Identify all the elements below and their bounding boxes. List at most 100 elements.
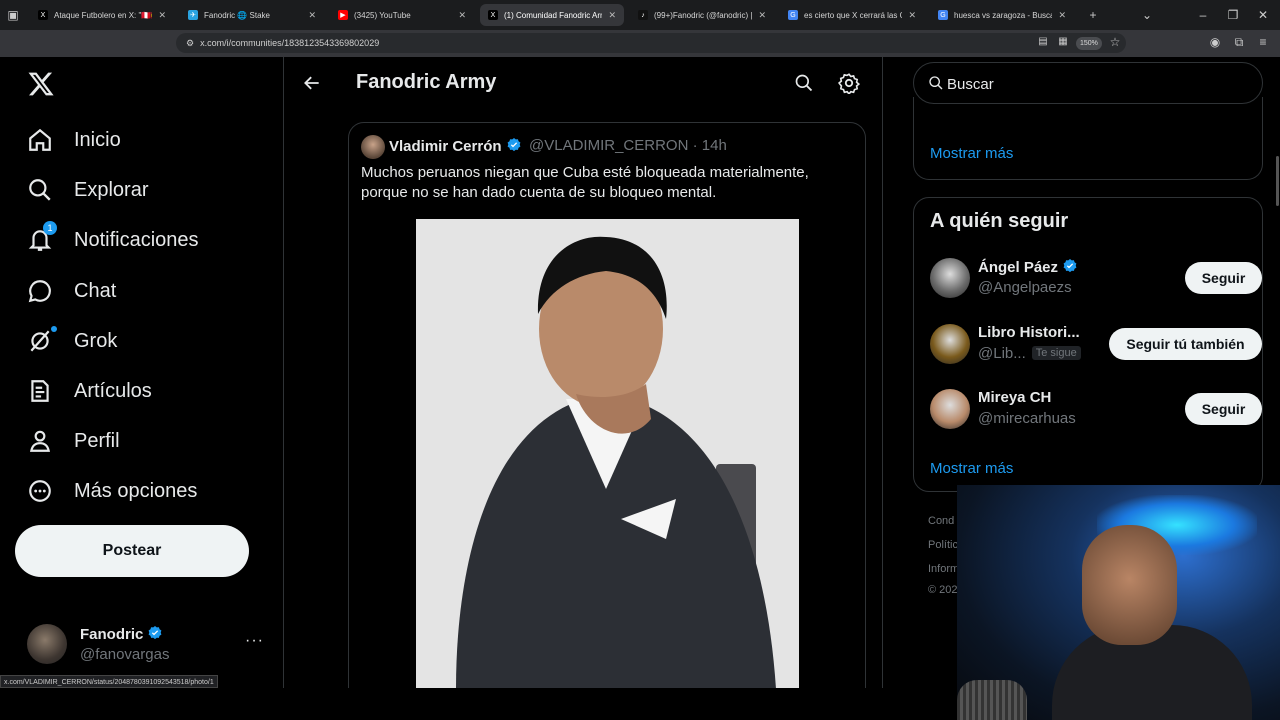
follow-button[interactable]: Seguir tú también [1109,328,1262,360]
footer-link[interactable]: Cond [928,515,954,527]
follow-button[interactable]: Seguir [1185,262,1262,294]
tab-favicon-icon: G [938,10,948,20]
tab-list-icon[interactable]: ▣ [6,8,20,22]
search-input[interactable] [947,73,1247,95]
more-dots-icon[interactable]: ··· [245,632,264,650]
verified-badge-icon [148,626,162,640]
follow-suggestion[interactable]: Mireya CH @mirecarhuas Seguir [930,389,1262,431]
tab-title: (1) Comunidad Fanodric Army / [504,10,602,20]
browser-tab[interactable]: Ghuesca vs zaragoza - Buscar co ✕ [930,4,1074,26]
footer-link: © 202 [928,584,958,596]
bookmark-star-icon[interactable]: ☆ [1108,35,1122,49]
account-switcher[interactable]: Fanodric @fanovargas ··· [27,622,267,666]
scrollbar[interactable] [1276,156,1279,206]
browser-tab[interactable]: Ges cierto que X cerrará las Com ✕ [780,4,924,26]
follow-suggestion[interactable]: Libro Histori... @Lib... Te sigue Seguir tú… [930,324,1262,366]
browser-tab[interactable]: X Ataque Futbolero en X: "🇵🇪🇪🇸 E ✕ [30,4,174,26]
avatar[interactable] [930,258,970,298]
post-text: Muchos peruanos niegan que Cuba esté blo… [361,164,809,201]
reader-icon[interactable]: ▦ [1056,35,1070,49]
chat-icon [28,280,51,303]
photo-portrait [416,219,799,688]
show-more-link[interactable]: Mostrar más [930,460,1013,477]
new-tab-icon[interactable]: + [1086,8,1100,22]
section-title: A quién seguir [930,210,1069,232]
nav-item-6[interactable]: Artículos [27,374,152,408]
profile-icon[interactable]: ◉ [1208,35,1222,49]
url-text: x.com/i/communities/1838123543369802029 [200,38,380,48]
tab-close-icon[interactable]: ✕ [608,10,616,21]
tab-title: Fanodric 🌐 Stake [204,10,270,20]
follow-suggestion[interactable]: Ángel Páez @Angelpaezs Seguir [930,258,1262,300]
maximize-icon[interactable]: ❐ [1226,8,1240,22]
post-photo[interactable] [416,219,799,688]
tab-close-icon[interactable]: ✕ [908,10,916,21]
x-logo-icon[interactable] [27,70,55,98]
avatar[interactable] [361,135,385,159]
window-close-icon[interactable]: ✕ [1256,8,1270,22]
nav-item-3[interactable]: 1 Notificaciones [27,221,199,257]
account-name: Fanodric [80,626,144,643]
nav-item-5[interactable]: Grok [27,324,117,358]
nav-item-label: Explorar [74,178,149,201]
tab-close-icon[interactable]: ✕ [308,10,316,21]
avatar[interactable] [930,389,970,429]
tab-favicon-icon: G [788,10,798,20]
author-name[interactable]: Vladimir Cerrón [389,138,502,155]
nav-item-4[interactable]: Chat [27,274,116,308]
nav-item-label: Inicio [74,128,121,151]
webcam-overlay [957,485,1280,720]
nav-item-7[interactable]: Perfil [27,424,120,458]
page-title: Fanodric Army [356,71,497,93]
tab-close-icon[interactable]: ✕ [1058,10,1066,21]
show-more-link[interactable]: Mostrar más [930,145,1013,162]
tab-strip: ▣ X Ataque Futbolero en X: "🇵🇪🇪🇸 E ✕ ✈ Fanod… [0,0,1280,30]
search-icon [929,76,943,90]
verified-badge-icon [507,138,520,152]
site-info-icon[interactable]: ⚙ [186,38,194,49]
address-bar[interactable]: ⚙ x.com/i/communities/183812354336980202… [176,33,1126,53]
suggestion-name[interactable]: Ángel Páez [978,259,1058,276]
gear-icon[interactable] [838,72,860,94]
nav-item-8[interactable]: Más opciones [27,474,197,508]
quoted-post[interactable]: Vladimir Cerrón @VLADIMIR_CERRON · 14h M… [348,122,866,688]
footer-link[interactable]: Polític [928,539,958,551]
tab-favicon-icon: X [488,10,498,20]
chevron-down-icon[interactable]: ⌄ [1140,8,1154,22]
browser-tab[interactable]: X (1) Comunidad Fanodric Army / ✕ [480,4,624,26]
post-button[interactable]: Postear [15,525,249,577]
extensions-icon[interactable]: ⧉ [1232,35,1246,49]
search-icon[interactable] [794,73,814,93]
tab-favicon-icon: ✈ [188,10,198,20]
suggestion-name[interactable]: Mireya CH [978,389,1051,406]
tab-title: (99+)Fanodric (@fanodric) | Tik [654,10,753,20]
post-time[interactable]: 14h [702,137,727,154]
account-handle: @fanovargas [80,646,170,663]
search-box[interactable] [913,62,1263,104]
browser-tab[interactable]: ♪ (99+)Fanodric (@fanodric) | Tik ✕ [630,4,774,26]
trends-card: Tribunal Constitucional Mostrar más [913,97,1263,180]
nav-item-label: Grok [74,329,118,352]
footer-link[interactable]: Inform [928,563,959,575]
nav-item-2[interactable]: Explorar [27,173,148,207]
new-dot [51,326,57,332]
screenshot-icon[interactable]: ▤ [1036,35,1050,49]
tab-close-icon[interactable]: ✕ [458,10,466,21]
follow-button[interactable]: Seguir [1185,393,1262,425]
author-handle[interactable]: @VLADIMIR_CERRON [529,137,688,154]
nav-item-1[interactable]: Inicio [27,123,121,157]
zoom-indicator[interactable]: 150% [1076,37,1102,50]
browser-tab[interactable]: ▶ (3425) YouTube ✕ [330,4,474,26]
minimize-icon[interactable]: – [1196,8,1210,22]
browser-menu-icon[interactable]: ≡ [1256,35,1270,49]
suggestion-name[interactable]: Libro Histori... [978,324,1080,341]
browser-tab[interactable]: ✈ Fanodric 🌐 Stake ✕ [180,4,324,26]
suggestion-handle: @Angelpaezs [978,279,1072,296]
tab-close-icon[interactable]: ✕ [758,10,766,21]
verified-badge-icon [1063,259,1077,273]
streamer-face [1082,525,1177,645]
back-arrow-icon[interactable] [302,73,322,93]
microphone [957,680,1027,720]
tab-close-icon[interactable]: ✕ [158,10,166,21]
avatar[interactable] [930,324,970,364]
